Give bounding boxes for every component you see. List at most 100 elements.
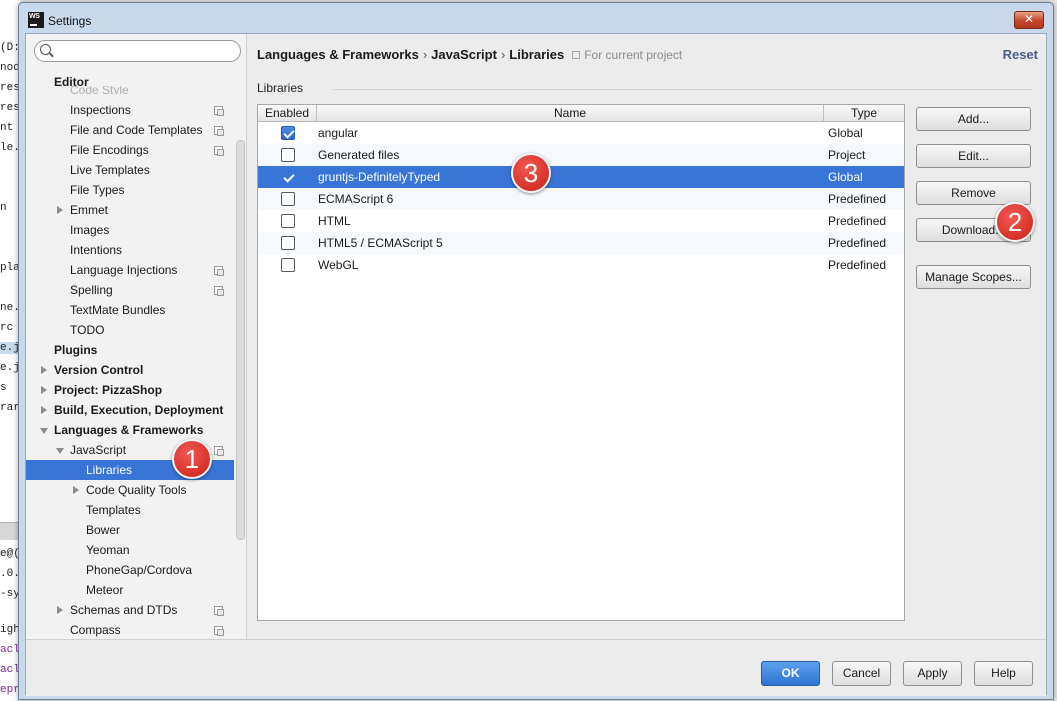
close-button[interactable]: ✕ (1014, 11, 1044, 29)
nav-scrollbar[interactable] (236, 140, 245, 540)
tree-item-templates[interactable]: Templates (86, 500, 141, 520)
library-type: Predefined (828, 236, 887, 250)
annotation-badge-1: 1 (172, 439, 212, 479)
tree-item-build[interactable]: Build, Execution, Deployment (54, 400, 223, 420)
library-name: HTML (318, 214, 351, 228)
expand-arrow-icon[interactable] (41, 366, 47, 374)
tree-item-file-encodings[interactable]: File Encodings (70, 140, 149, 160)
expand-arrow-icon[interactable] (57, 206, 63, 214)
breadcrumb-separator: › (422, 47, 428, 62)
help-button[interactable]: Help (974, 661, 1033, 686)
enabled-checkbox[interactable] (281, 214, 295, 228)
column-header-name[interactable]: Name (317, 105, 824, 122)
enabled-checkbox[interactable] (281, 148, 295, 162)
table-row[interactable]: Generated files Project (258, 144, 904, 166)
tree-item-textmate-bundles[interactable]: TextMate Bundles (70, 300, 165, 320)
project-scope-icon (214, 626, 224, 636)
tree-item-intentions[interactable]: Intentions (70, 240, 122, 260)
expand-arrow-icon[interactable] (73, 486, 79, 494)
add-library-button[interactable]: Add... (916, 107, 1031, 131)
tree-item-code-style[interactable]: Code Style (70, 86, 129, 94)
enabled-checkbox[interactable] (281, 258, 295, 272)
expand-arrow-icon[interactable] (41, 386, 47, 394)
expand-arrow-icon[interactable] (57, 606, 63, 614)
settings-search-box[interactable] (34, 40, 241, 62)
column-header-type[interactable]: Type (824, 105, 904, 122)
tree-item-project[interactable]: Project: PizzaShop (54, 380, 162, 400)
section-label-libraries: Libraries (257, 81, 304, 95)
tree-item-bower[interactable]: Bower (86, 520, 120, 540)
collapse-arrow-icon[interactable] (40, 428, 48, 434)
annotation-badge-2: 2 (995, 202, 1035, 242)
tree-item-emmet[interactable]: Emmet (70, 200, 108, 220)
annotation-badge-3: 3 (511, 153, 551, 193)
tree-item-compass[interactable]: Compass (70, 620, 121, 639)
tree-item-code-quality-tools[interactable]: Code Quality Tools (86, 480, 187, 500)
tree-item-schemas-dtds[interactable]: Schemas and DTDs (70, 600, 177, 620)
tree-item-yeoman[interactable]: Yeoman (86, 540, 130, 560)
bg-fragment: epr (0, 684, 20, 696)
bg-fragment: rc (0, 322, 14, 334)
library-name: HTML5 / ECMAScript 5 (318, 236, 443, 250)
table-row-selected[interactable]: gruntjs-DefinitelyTyped Global (258, 166, 904, 188)
tree-item-live-templates[interactable]: Live Templates (70, 160, 150, 180)
bg-fragment: e.js (0, 362, 20, 374)
tree-item-plugins[interactable]: Plugins (54, 340, 97, 360)
expand-arrow-icon[interactable] (41, 406, 47, 414)
library-type: Predefined (828, 214, 887, 228)
tree-item-language-injections[interactable]: Language Injections (70, 260, 177, 280)
tree-item-inspections[interactable]: Inspections (70, 100, 131, 120)
reset-link[interactable]: Reset (1003, 47, 1038, 62)
enabled-checkbox[interactable] (281, 170, 295, 184)
bg-fragment: le.js (0, 142, 20, 154)
enabled-checkbox[interactable] (281, 126, 295, 140)
tree-item-meteor[interactable]: Meteor (86, 580, 123, 600)
enabled-checkbox[interactable] (281, 236, 295, 250)
bg-fragment: e.js (0, 342, 20, 354)
window-title: Settings (48, 14, 92, 28)
tree-item-javascript[interactable]: JavaScript (70, 440, 126, 460)
app-icon-text: WS (29, 13, 40, 20)
bg-fragment: s (0, 382, 7, 394)
tree-item-version-control[interactable]: Version Control (54, 360, 143, 380)
tree-item-images[interactable]: Images (70, 220, 109, 240)
settings-search-input[interactable] (55, 43, 235, 59)
project-scope-icon (214, 126, 224, 136)
library-type: Global (828, 170, 863, 184)
library-type: Predefined (828, 192, 887, 206)
project-scope-icon (214, 146, 224, 156)
cancel-button[interactable]: Cancel (832, 661, 891, 686)
tree-item-todo[interactable]: TODO (70, 320, 104, 340)
table-row[interactable]: angular Global (258, 122, 904, 144)
bg-fragment: nod (0, 62, 20, 74)
bg-fragment: rari (0, 402, 20, 414)
breadcrumb-libraries: Libraries (509, 47, 565, 62)
tree-item-file-types[interactable]: File Types (70, 180, 124, 200)
settings-nav-panel: Editor Code Style Inspections File and C… (26, 34, 247, 639)
project-scope-icon (572, 51, 581, 59)
ok-button[interactable]: OK (761, 661, 820, 686)
library-name: Generated files (318, 148, 400, 162)
edit-library-button[interactable]: Edit... (916, 144, 1031, 168)
tree-item-phonegap[interactable]: PhoneGap/Cordova (86, 560, 192, 580)
table-row[interactable]: HTML5 / ECMAScript 5 Predefined (258, 232, 904, 254)
bg-fragment: ress (0, 82, 20, 94)
title-bar[interactable]: WS Settings ✕ (19, 3, 1053, 37)
bg-fragment: igh (0, 624, 20, 636)
project-scope-icon (214, 106, 224, 116)
background-editor-strip: (D: nod ress ress nt le.js n pla ne.l rc… (0, 0, 20, 701)
table-row[interactable]: WebGL Predefined (258, 254, 904, 276)
column-header-enabled[interactable]: Enabled (258, 105, 317, 122)
enabled-checkbox[interactable] (281, 192, 295, 206)
manage-scopes-button[interactable]: Manage Scopes... (916, 265, 1031, 289)
table-row[interactable]: HTML Predefined (258, 210, 904, 232)
bg-fragment: ne.l (0, 302, 20, 314)
tree-item-spelling[interactable]: Spelling (70, 280, 113, 300)
table-row[interactable]: ECMAScript 6 Predefined (258, 188, 904, 210)
tree-item-file-code-templates[interactable]: File and Code Templates (70, 120, 203, 140)
bg-fragment: ress (0, 102, 20, 114)
apply-button[interactable]: Apply (903, 661, 962, 686)
settings-dialog: WS Settings ✕ Editor Code Style Inspecti… (18, 2, 1054, 700)
collapse-arrow-icon[interactable] (56, 448, 64, 454)
tree-item-languages-frameworks[interactable]: Languages & Frameworks (54, 420, 203, 440)
